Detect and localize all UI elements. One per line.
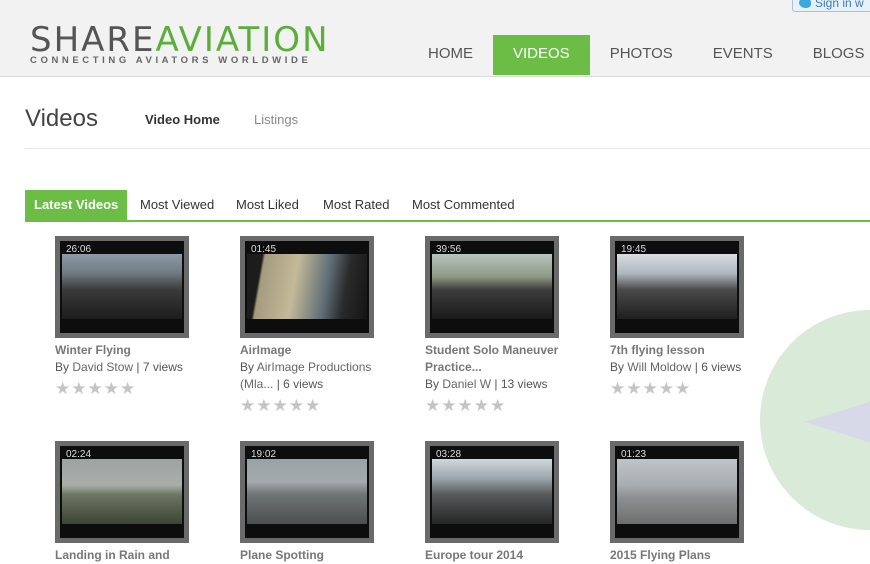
rating-stars[interactable]: ★ ★ ★ ★ ★ bbox=[425, 397, 505, 414]
video-thumbnail[interactable]: 19:02 bbox=[240, 441, 374, 543]
video-views: 6 views bbox=[701, 360, 742, 374]
video-meta: By David Stow | 7 views bbox=[55, 360, 183, 374]
video-thumbnail[interactable]: 02:24 bbox=[55, 441, 189, 543]
site-logo[interactable]: SHAREAVIATION CONNECTING AVIATORS WORLDW… bbox=[30, 20, 330, 66]
runway-scene-image bbox=[62, 459, 182, 524]
video-duration: 26:06 bbox=[66, 244, 92, 255]
rating-stars[interactable]: ★ ★ ★ ★ ★ bbox=[55, 380, 135, 397]
video-author[interactable]: Will Moldow bbox=[627, 360, 691, 374]
video-title[interactable]: Student Solo Maneuver Practice... bbox=[425, 342, 575, 376]
star-icon: ★ bbox=[55, 379, 71, 398]
star-icon: ★ bbox=[87, 379, 103, 398]
tab-latest-videos[interactable]: Latest Videos bbox=[25, 190, 128, 220]
video-thumbnail[interactable]: 26:06 bbox=[55, 236, 189, 338]
video-views: 6 views bbox=[283, 377, 324, 391]
cockpit-scene-image bbox=[432, 459, 552, 524]
video-tabs: Latest Videos Most Viewed Most Liked Mos… bbox=[25, 190, 870, 222]
nav-events[interactable]: EVENTS bbox=[693, 35, 793, 75]
video-duration: 19:02 bbox=[251, 449, 277, 460]
twitter-bird-icon bbox=[799, 0, 811, 8]
star-icon: ★ bbox=[642, 379, 658, 398]
video-thumbnail[interactable]: 03:28 bbox=[425, 441, 559, 543]
star-icon: ★ bbox=[425, 396, 441, 415]
logo-tagline: CONNECTING AVIATORS WORLDWIDE bbox=[30, 55, 312, 66]
wing-scene-image bbox=[617, 459, 737, 524]
video-meta: By AirImage Productions (Mla... | 6 view… bbox=[240, 360, 372, 391]
twitter-signin-button[interactable]: Sign in w bbox=[792, 0, 870, 12]
video-meta: By Daniel W | 13 views bbox=[425, 377, 548, 391]
video-meta: By Will Moldow | 6 views bbox=[610, 360, 742, 374]
video-title[interactable]: Europe tour 2014 bbox=[425, 547, 575, 564]
nav-photos[interactable]: PHOTOS bbox=[590, 35, 693, 75]
cockpit-scene-image bbox=[617, 254, 737, 319]
star-icon: ★ bbox=[675, 379, 691, 398]
background-decoration bbox=[760, 250, 870, 563]
star-icon: ★ bbox=[305, 396, 321, 415]
star-icon: ★ bbox=[272, 396, 288, 415]
rating-stars[interactable]: ★ ★ ★ ★ ★ bbox=[610, 380, 690, 397]
star-icon: ★ bbox=[240, 396, 256, 415]
nav-home[interactable]: HOME bbox=[408, 35, 493, 75]
nav-blogs[interactable]: BLOGS bbox=[793, 35, 870, 75]
star-icon: ★ bbox=[626, 379, 642, 398]
video-title[interactable]: 2015 Flying Plans bbox=[610, 547, 760, 564]
star-icon: ★ bbox=[441, 396, 457, 415]
video-author[interactable]: Daniel W bbox=[442, 377, 491, 391]
main-nav: HOME VIDEOS PHOTOS EVENTS BLOGS bbox=[408, 35, 870, 75]
star-icon: ★ bbox=[120, 379, 136, 398]
video-title[interactable]: Landing in Rain and bbox=[55, 547, 205, 564]
tab-most-rated[interactable]: Most Rated bbox=[323, 190, 389, 220]
star-icon: ★ bbox=[288, 396, 304, 415]
subnav-listings[interactable]: Listings bbox=[254, 112, 298, 127]
cockpit-scene-image bbox=[62, 254, 182, 319]
video-title[interactable]: 7th flying lesson bbox=[610, 342, 760, 359]
nav-videos[interactable]: VIDEOS bbox=[493, 35, 590, 75]
video-thumbnail[interactable]: 19:45 bbox=[610, 236, 744, 338]
background-wing-shape bbox=[805, 400, 870, 444]
video-thumbnail[interactable]: 01:45 bbox=[240, 236, 374, 338]
video-duration: 39:56 bbox=[436, 244, 462, 255]
airport-scene-image bbox=[247, 459, 367, 524]
video-author[interactable]: David Stow bbox=[72, 360, 133, 374]
page-title: Videos bbox=[25, 105, 98, 132]
video-thumbnail[interactable]: 39:56 bbox=[425, 236, 559, 338]
aerial-scene-image bbox=[247, 254, 367, 319]
star-icon: ★ bbox=[103, 379, 119, 398]
star-icon: ★ bbox=[610, 379, 626, 398]
video-views: 13 views bbox=[500, 377, 548, 391]
video-duration: 19:45 bbox=[621, 244, 647, 255]
rating-stars[interactable]: ★ ★ ★ ★ ★ bbox=[240, 397, 320, 414]
video-views: 7 views bbox=[142, 360, 183, 374]
site-header: SHAREAVIATION CONNECTING AVIATORS WORLDW… bbox=[0, 0, 870, 77]
star-icon: ★ bbox=[71, 379, 87, 398]
star-icon: ★ bbox=[658, 379, 674, 398]
star-icon: ★ bbox=[256, 396, 272, 415]
tab-most-viewed[interactable]: Most Viewed bbox=[140, 190, 214, 220]
video-title[interactable]: Plane Spotting bbox=[240, 547, 390, 564]
signin-label: Sign in w bbox=[815, 0, 864, 10]
video-duration: 02:24 bbox=[66, 449, 92, 460]
tab-most-commented[interactable]: Most Commented bbox=[412, 190, 515, 220]
video-title[interactable]: Winter Flying bbox=[55, 342, 205, 359]
star-icon: ★ bbox=[473, 396, 489, 415]
divider bbox=[25, 148, 870, 149]
subnav-video-home[interactable]: Video Home bbox=[145, 112, 220, 127]
video-duration: 01:23 bbox=[621, 449, 647, 460]
logo-wordmark: SHAREAVIATION bbox=[30, 20, 330, 60]
video-duration: 03:28 bbox=[436, 449, 462, 460]
tab-most-liked[interactable]: Most Liked bbox=[236, 190, 299, 220]
star-icon: ★ bbox=[457, 396, 473, 415]
star-icon: ★ bbox=[490, 396, 506, 415]
video-title[interactable]: AirImage bbox=[240, 342, 390, 359]
video-thumbnail[interactable]: 01:23 bbox=[610, 441, 744, 543]
video-duration: 01:45 bbox=[251, 244, 277, 255]
cockpit-scene-image bbox=[432, 254, 552, 319]
